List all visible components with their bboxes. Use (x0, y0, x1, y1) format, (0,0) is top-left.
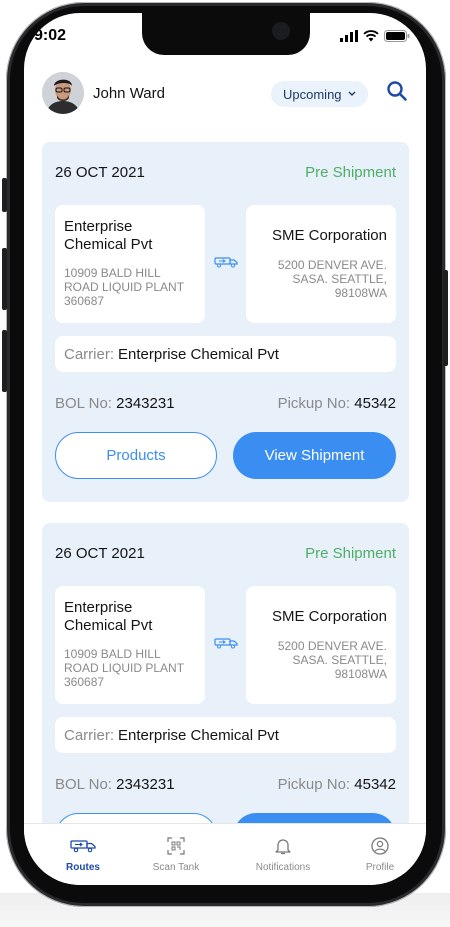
destination-box: SME Corporation 5200 DENVER AVE. SASA. S… (246, 586, 396, 704)
carrier-value: Enterprise Chemical Pvt (118, 345, 279, 363)
carrier-row: Carrier: Enterprise Chemical Pvt (55, 717, 396, 753)
tab-profile-label: Profile (365, 862, 395, 873)
scan-icon (167, 837, 185, 855)
tab-notifications[interactable]: Notifications (238, 836, 328, 873)
view-shipment-button[interactable]: View Shipment (233, 432, 396, 479)
carrier-label: Carrier: (64, 345, 115, 363)
origin-box: Enterprise Chemical Pvt 10909 BALD HILL … (55, 205, 205, 323)
status-time: 9:02 (34, 27, 67, 44)
pickup-value: 45342 (354, 395, 396, 412)
pickup-number: Pickup No: 45342 (278, 776, 396, 793)
truck-icon (70, 840, 96, 853)
user-name: John Ward (93, 85, 165, 102)
bol-number: BOL No: 2343231 (55, 776, 175, 793)
carrier-label: Carrier: (64, 726, 115, 744)
tab-bar: Routes Scan Tank Notifications Profile (24, 823, 426, 885)
profile-icon (371, 837, 389, 855)
pickup-value: 45342 (354, 776, 396, 793)
status-icons (340, 30, 410, 42)
tab-profile[interactable]: Profile (335, 836, 425, 873)
pickup-number: Pickup No: 45342 (278, 395, 396, 412)
camera (272, 22, 290, 40)
search-button[interactable] (386, 80, 408, 107)
origin-name: Enterprise Chemical Pvt (64, 218, 153, 253)
volume-up-button (2, 248, 7, 310)
origin-address: 10909 BALD HILL ROAD LIQUID PLANT 360687 (64, 647, 184, 689)
power-button (443, 270, 448, 366)
destination-name: SME Corporation (271, 227, 387, 244)
bol-value: 2343231 (116, 395, 175, 412)
origin-address: 10909 BALD HILL ROAD LIQUID PLANT 360687 (64, 266, 184, 308)
destination-name: SME Corporation (271, 608, 387, 625)
shipment-date: 26 OCT 2021 (55, 164, 145, 181)
shipment-status: Pre Shipment (305, 545, 396, 562)
origin-box: Enterprise Chemical Pvt 10909 BALD HILL … (55, 586, 205, 704)
battery-icon (384, 30, 410, 42)
truck-icon (214, 636, 238, 654)
notch (142, 13, 310, 55)
signal-icon (340, 30, 358, 42)
volume-down-button (2, 330, 7, 392)
shipment-status: Pre Shipment (305, 164, 396, 181)
mute-switch (2, 178, 7, 212)
pickup-label: Pickup No: (277, 395, 351, 412)
chevron-down-icon (348, 91, 356, 96)
tab-routes-label: Routes (66, 862, 100, 873)
filter-label: Upcoming (283, 86, 342, 102)
filter-dropdown[interactable]: Upcoming (271, 81, 368, 107)
shipment-date: 26 OCT 2021 (55, 545, 145, 562)
carrier-value: Enterprise Chemical Pvt (118, 726, 279, 744)
bol-value: 2343231 (116, 776, 175, 793)
destination-address: 5200 DENVER AVE. SASA. SEATTLE, 98108WA (277, 258, 387, 300)
bol-number: BOL No: 2343231 (55, 395, 175, 412)
destination-box: SME Corporation 5200 DENVER AVE. SASA. S… (246, 205, 396, 323)
bell-icon (275, 839, 291, 855)
app-header: John Ward Upcoming (24, 71, 426, 123)
shipment-card[interactable]: 26 OCT 2021 Pre Shipment Enterprise Chem… (42, 142, 409, 502)
products-button[interactable]: Products (55, 432, 217, 479)
avatar[interactable] (42, 72, 84, 114)
bol-label: BOL No: (55, 776, 112, 793)
tab-notifications-label: Notifications (255, 862, 311, 873)
origin-name: Enterprise Chemical Pvt (64, 599, 153, 634)
truck-icon (214, 255, 238, 273)
tab-routes[interactable]: Routes (38, 836, 128, 873)
search-icon (387, 81, 407, 101)
destination-address: 5200 DENVER AVE. SASA. SEATTLE, 98108WA (277, 639, 387, 681)
bol-label: BOL No: (55, 395, 112, 412)
pickup-label: Pickup No: (277, 776, 351, 793)
wifi-icon (363, 30, 379, 42)
app-screen: John Ward Upcoming 26 OCT 2021 Pre Shipm… (24, 13, 426, 885)
tab-scan-tank[interactable]: Scan Tank (131, 836, 221, 873)
tab-scan-tank-label: Scan Tank (152, 862, 200, 873)
carrier-row: Carrier: Enterprise Chemical Pvt (55, 336, 396, 372)
